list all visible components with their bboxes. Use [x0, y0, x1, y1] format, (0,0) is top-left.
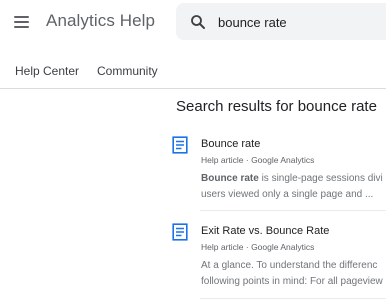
search-icon[interactable] — [189, 13, 207, 31]
help-page: Analytics Help Help Center Community Sea… — [0, 0, 386, 300]
header: Analytics Help — [0, 0, 386, 44]
nav-divider — [0, 88, 386, 89]
snippet-highlight: Bounce rate — [201, 173, 259, 184]
nav-community[interactable]: Community — [97, 64, 158, 78]
snippet-text: At a glance. To understand the differenc — [201, 260, 378, 271]
article-icon — [172, 223, 188, 241]
menu-icon[interactable] — [12, 12, 32, 32]
snippet-text: users viewed only a single page and ... — [201, 189, 374, 200]
result-title[interactable]: Bounce rate — [201, 138, 260, 150]
nav-help-center[interactable]: Help Center — [15, 64, 79, 78]
app-title[interactable]: Analytics Help — [46, 11, 155, 31]
result-meta: Help article · Google Analytics — [201, 242, 315, 252]
result-snippet: At a glance. To understand the differenc… — [201, 258, 386, 290]
result-divider — [200, 210, 386, 211]
search-input[interactable] — [218, 11, 386, 33]
result-snippet: Bounce rate is single-page sessions divi… — [201, 171, 386, 203]
search-box[interactable] — [176, 3, 386, 40]
result-title[interactable]: Exit Rate vs. Bounce Rate — [201, 225, 329, 237]
results-heading: Search results for bounce rate — [176, 98, 377, 115]
snippet-text: is single-page sessions divi — [258, 173, 383, 184]
top-nav: Help Center Community — [0, 52, 386, 88]
article-icon — [172, 136, 188, 154]
snippet-text: following points in mind: For all pagevi… — [201, 276, 383, 287]
result-meta: Help article · Google Analytics — [201, 155, 315, 165]
result-divider — [200, 298, 386, 299]
